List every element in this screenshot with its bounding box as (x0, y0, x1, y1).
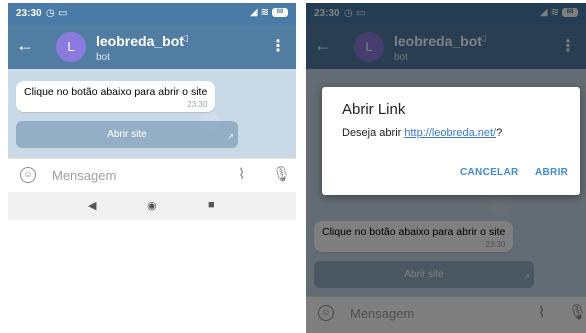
nav-home-icon[interactable]: ◉ (147, 199, 157, 212)
dialog-link[interactable]: http://leobreda.net/ (404, 127, 496, 139)
chat-subtitle: bot (96, 52, 110, 63)
avatar[interactable]: L (56, 32, 86, 62)
message-text: Clique no botão abaixo para abrir o site (24, 86, 208, 98)
mute-icon: ◁ (180, 33, 188, 44)
link-arrow-icon: ↗ (227, 132, 234, 141)
nav-back-icon[interactable]: ◀ (88, 199, 96, 212)
notification-icon: ▭ (58, 8, 68, 19)
chat-header: ← L leobreda_bot ◁ bot ⋮ (8, 25, 296, 69)
dialog-message-prefix: Deseja abrir (342, 127, 405, 139)
signal-icon: ◢ (249, 7, 258, 18)
battery-icon: 88 (272, 8, 288, 17)
nav-recents-icon[interactable]: ■ (208, 199, 215, 211)
status-bar: 23:30 ◷ ▭ ◢ ≋ 88 (8, 3, 296, 25)
status-time: 23:30 (16, 8, 42, 19)
wifi-icon: ≋ (260, 7, 269, 18)
telegram-chat-screen: 23:30 ◷ ▭ ◢ ≋ 88 ← L leobreda_bot ◁ bot … (8, 3, 296, 229)
open-link-dialog: Abrir Link Deseja abrir http://leobreda.… (322, 87, 580, 195)
arrow-left-icon[interactable]: ← (16, 35, 34, 56)
chat-title[interactable]: leobreda_bot (96, 33, 184, 49)
message-time: 23:30 (187, 100, 208, 109)
chat-area: Clique no botão abaixo para abrir o site… (8, 69, 296, 158)
dialog-title: Abrir Link (342, 101, 406, 118)
message-bubble: Clique no botão abaixo para abrir o site… (16, 81, 216, 112)
alarm-icon: ◷ (46, 8, 55, 19)
cancel-button[interactable]: CANCELAR (460, 167, 519, 178)
android-nav-bar: ◀ ◉ ■ (8, 192, 296, 220)
message-input[interactable]: Mensagem (52, 168, 116, 183)
dialog-message-suffix: ? (496, 127, 503, 139)
inline-button-label: Abrir site (107, 129, 147, 140)
telegram-chat-screen-dialog: 23:30 ◷ ▭ ◢ ≋ 88 ← L leobreda_bot ◁ bot … (306, 3, 586, 333)
emoji-icon[interactable]: ☺ (20, 167, 36, 183)
open-button[interactable]: ABRIR (535, 167, 568, 178)
microphone-icon[interactable]: 🎙 (272, 165, 291, 183)
open-site-inline-button[interactable]: Abrir site ↗ (16, 121, 238, 148)
dialog-message: Deseja abrir http://leobreda.net/? (342, 127, 502, 139)
more-menu-icon[interactable]: ⋮ (270, 36, 286, 56)
paperclip-icon[interactable]: ⌇ (238, 165, 245, 183)
message-input-bar: ☺ Mensagem ⌇ 🎙 (8, 158, 296, 192)
